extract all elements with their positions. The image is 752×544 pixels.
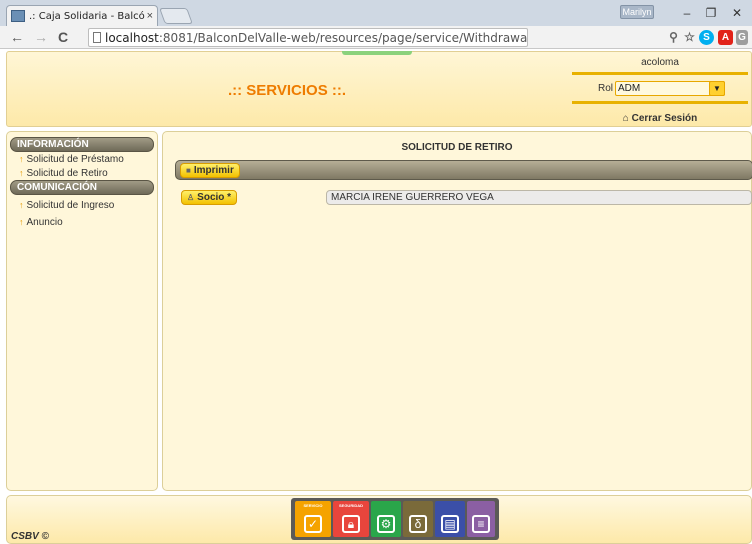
browser-user-badge[interactable]: Marilyn xyxy=(620,5,654,19)
forward-arrow-icon[interactable]: → xyxy=(34,28,48,46)
main-panel: SOLICITUD DE RETIRO ■ Imprimir ♙ Socio * M… xyxy=(162,131,752,491)
module-documentos[interactable]: ≡ xyxy=(467,501,495,537)
maximize-button[interactable]: ❐ xyxy=(700,4,722,22)
document-icon: ≡ xyxy=(472,515,490,533)
module-reportes[interactable]: ▤ xyxy=(435,501,465,537)
back-arrow-icon[interactable]: ← xyxy=(10,28,24,46)
role-label: Rol xyxy=(598,82,614,94)
page-title: .:: SERVICIOS ::. xyxy=(227,82,347,99)
app-header: .:: SERVICIOS ::. acoloma Rol ADM ▼ ⌂ Ce… xyxy=(6,51,752,127)
drop-icon: δ xyxy=(409,515,427,533)
sidebar-item-solicitud-ingreso[interactable]: ↑ Solicitud de Ingreso xyxy=(7,198,157,212)
extension-icon[interactable]: G xyxy=(736,30,748,45)
gear-icon: ⚙ xyxy=(377,515,395,533)
username: acoloma xyxy=(641,57,679,68)
close-window-button[interactable]: ✕ xyxy=(726,4,748,22)
chart-icon: ▤ xyxy=(441,515,459,533)
check-icon: ✓ xyxy=(304,515,322,533)
new-tab-button[interactable] xyxy=(159,8,193,24)
divider xyxy=(572,72,748,75)
role-select[interactable]: ADM ▼ xyxy=(615,80,726,96)
minimize-button[interactable]: – xyxy=(676,4,698,22)
sidebar-item-solicitud-prestamo[interactable]: ↑ Solicitud de Préstamo xyxy=(7,152,157,166)
user-panel: acoloma Rol ADM ▼ ⌂ Cerrar Sesión xyxy=(572,56,748,124)
logout-label: Cerrar Sesión xyxy=(631,113,698,124)
arrow-up-icon: ↑ xyxy=(19,154,24,164)
sidebar-menu: INFORMACIÓN ↑ Solicitud de Préstamo ↑ Soli… xyxy=(6,131,158,491)
arrow-up-icon: ↑ xyxy=(19,200,24,210)
sidebar-item-anuncio[interactable]: ↑ Anuncio xyxy=(7,215,157,229)
print-button[interactable]: ■ Imprimir xyxy=(180,163,240,178)
zoom-icon[interactable]: ⚲ xyxy=(666,30,681,45)
lock-icon: 🔒︎ xyxy=(342,515,360,533)
member-name-field[interactable]: MARCIA IRENE GUERRERO VEGA xyxy=(326,190,752,205)
skype-extension-icon[interactable]: S xyxy=(699,30,714,45)
url-text: localhost:8081/BalconDelValle-web/resour… xyxy=(105,30,527,45)
bookmark-star-icon[interactable]: ☆ xyxy=(682,30,697,45)
user-icon: ♙ xyxy=(187,193,195,202)
tab-close-icon[interactable]: × xyxy=(147,10,153,22)
form-toolbar: ■ Imprimir xyxy=(175,160,752,180)
member-search-button[interactable]: ♙ Socio * xyxy=(181,190,238,205)
header-notch xyxy=(342,51,412,55)
site-favicon-icon xyxy=(11,10,25,22)
reload-icon[interactable]: C xyxy=(58,28,68,46)
logout-link[interactable]: ⌂ Cerrar Sesión xyxy=(572,108,748,130)
home-icon: ⌂ xyxy=(622,113,629,124)
divider xyxy=(572,101,748,104)
role-row: Rol ADM ▼ xyxy=(572,77,748,99)
sidebar-section-informacion[interactable]: INFORMACIÓN xyxy=(10,137,154,152)
browser-tab-strip: .: Caja Solidaria - Balcón d × Marilyn –… xyxy=(0,0,752,26)
form-title: SOLICITUD DE RETIRO xyxy=(401,142,513,153)
sidebar-section-comunicacion[interactable]: COMUNICACIÓN xyxy=(10,180,154,195)
page-icon xyxy=(93,32,101,43)
app-footer: SERVICIO ✓ SEGURIDAD 🔒︎ ⚙ δ ▤ ≡ CSBV © xyxy=(6,495,752,544)
module-seguridad[interactable]: SEGURIDAD 🔒︎ xyxy=(333,501,369,537)
arrow-up-icon: ↑ xyxy=(19,168,24,178)
role-select-value: ADM xyxy=(618,82,641,94)
chevron-down-icon[interactable]: ▼ xyxy=(709,80,726,96)
pdf-extension-icon[interactable]: A xyxy=(718,30,733,45)
module-servicio[interactable]: SERVICIO ✓ xyxy=(295,501,331,537)
sidebar-item-solicitud-retiro[interactable]: ↑ Solicitud de Retiro xyxy=(7,166,157,180)
arrow-up-icon: ↑ xyxy=(19,217,24,227)
address-bar[interactable]: localhost:8081/BalconDelValle-web/resour… xyxy=(88,28,528,47)
printer-icon: ■ xyxy=(186,166,191,175)
module-ahorro[interactable]: δ xyxy=(403,501,433,537)
app-root: .:: SERVICIOS ::. acoloma Rol ADM ▼ ⌂ Ce… xyxy=(0,49,752,544)
module-dock: SERVICIO ✓ SEGURIDAD 🔒︎ ⚙ δ ▤ ≡ xyxy=(291,498,499,540)
tab-title: .: Caja Solidaria - Balcón d xyxy=(29,10,145,22)
browser-toolbar: ← → C localhost:8081/BalconDelValle-web/… xyxy=(0,26,752,49)
copyright: CSBV © xyxy=(11,531,49,542)
browser-tab[interactable]: .: Caja Solidaria - Balcón d × xyxy=(6,5,158,26)
module-configuracion[interactable]: ⚙ xyxy=(371,501,401,537)
